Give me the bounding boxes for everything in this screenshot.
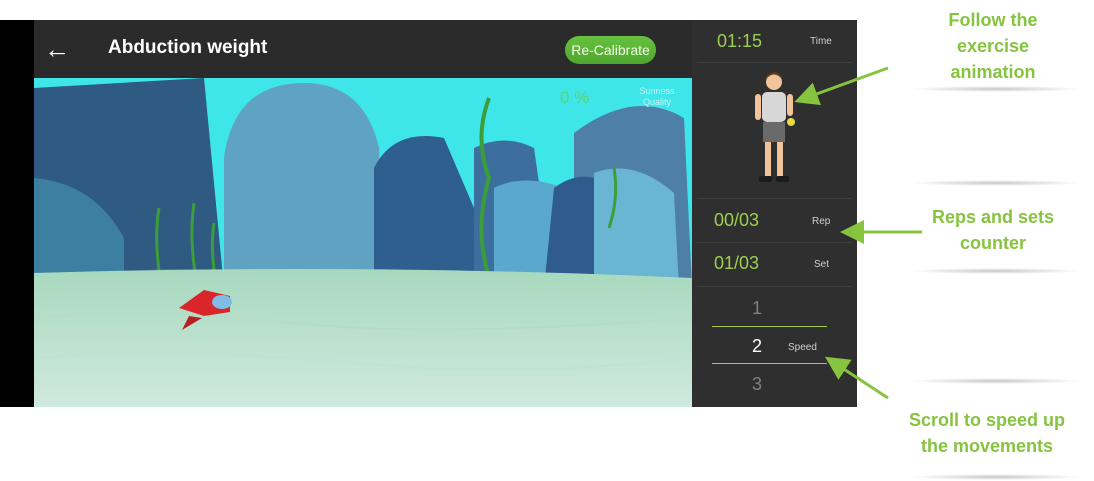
arrow-to-avatar — [794, 66, 889, 106]
arrow-to-speed — [824, 356, 889, 400]
annotation-arrows — [794, 66, 922, 400]
